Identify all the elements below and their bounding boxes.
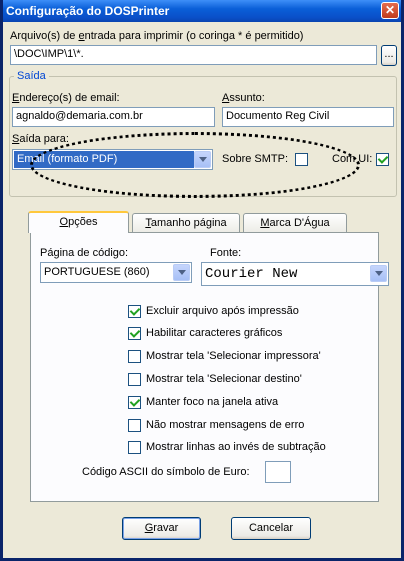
tab-opcoes[interactable]: Opções [28,211,129,233]
subject-label: Assunto: [222,92,265,104]
close-button[interactable]: ✕ [381,2,399,19]
keep-focus-label: Manter foco na janela ativa [146,396,279,408]
chevron-down-icon[interactable] [370,265,387,282]
email-field[interactable]: agnaldo@demaria.com.br [12,107,215,127]
euro-code-label: Código ASCII do símbolo de Euro: [82,466,250,478]
browse-button[interactable]: ... [381,45,397,66]
font-value: Courier New [205,266,298,282]
hide-errors-checkbox[interactable] [128,419,141,432]
show-select-destination-label: Mostrar tela 'Selecionar destino' [146,373,302,385]
annotation-oval [30,132,360,198]
font-label: Fonte: [210,247,242,259]
tab-marca-dagua[interactable]: Marca D'Água [243,213,347,233]
hide-errors-label: Não mostrar mensagens de erro [146,419,305,431]
cancel-button[interactable]: Cancelar [231,517,311,540]
show-lines-label: Mostrar linhas ao invés de subtração [146,441,326,453]
input-files-label: Arquivo(s) de entrada para imprimir (o c… [10,30,304,42]
chevron-down-icon[interactable] [173,264,190,281]
show-lines-checkbox[interactable] [128,441,141,454]
graphic-chars-checkbox[interactable] [128,327,141,340]
show-select-printer-label: Mostrar tela 'Selecionar impressora' [146,350,321,362]
subject-field[interactable]: Documento Reg Civil [222,107,394,127]
graphic-chars-label: Habilitar caracteres gráficos [146,327,283,339]
font-select[interactable]: Courier New [201,262,389,286]
close-icon: ✕ [384,3,396,17]
output-label: Saída para: [12,133,69,145]
saida-caption: Saída [14,70,49,82]
tab-tamanho-pagina[interactable]: Tamanho página [132,213,240,233]
title-bar[interactable]: Configuração do DOSPrinter ✕ [3,0,401,22]
delete-after-print-checkbox[interactable] [128,305,141,318]
input-files-field[interactable]: \DOC\IMP\1\*. [10,45,377,65]
euro-code-field[interactable] [265,461,291,483]
codepage-value: PORTUGUESE (860) [44,266,150,278]
keep-focus-checkbox[interactable] [128,396,141,409]
dialog-window: Configuração do DOSPrinter ✕ Arquivo(s) … [0,0,404,561]
delete-after-print-label: Excluir arquivo após impressão [146,305,299,317]
save-button[interactable]: Gravar [122,517,201,540]
show-select-destination-checkbox[interactable] [128,373,141,386]
codepage-label: Página de código: [40,247,129,259]
codepage-select[interactable]: PORTUGUESE (860) [40,262,192,283]
comui-checkbox[interactable] [376,153,389,166]
window-title: Configuração do DOSPrinter [6,4,170,18]
email-label: Endereço(s) de email: [12,92,120,104]
show-select-printer-checkbox[interactable] [128,350,141,363]
